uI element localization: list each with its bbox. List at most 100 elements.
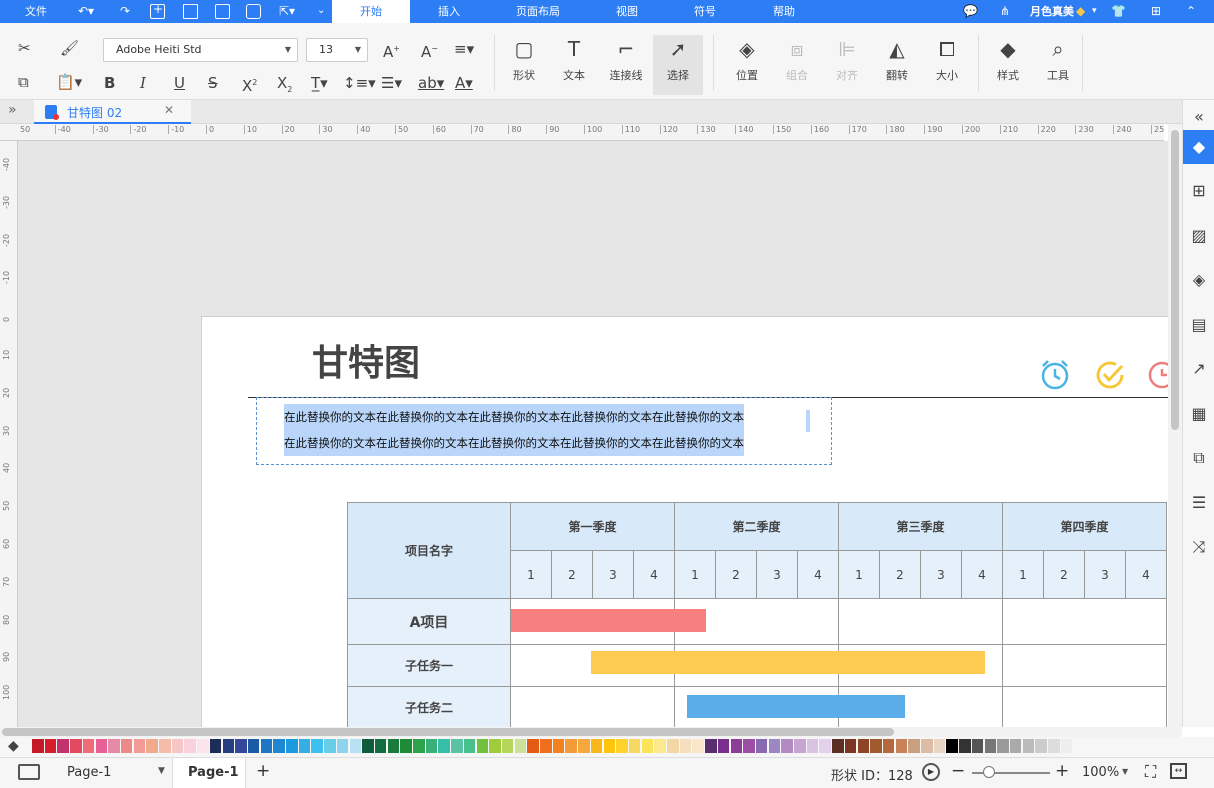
color-swatch[interactable] xyxy=(336,739,349,753)
header-month[interactable]: 3 xyxy=(756,550,798,599)
color-swatch[interactable] xyxy=(743,739,755,753)
chevron-down-icon[interactable]: ▼ xyxy=(158,766,165,776)
flip-button[interactable]: ◭ 翻转 xyxy=(872,35,922,95)
check-circle-icon[interactable] xyxy=(1094,359,1126,391)
color-swatch[interactable] xyxy=(882,739,895,753)
style-button[interactable]: ◆ 样式 xyxy=(983,35,1033,95)
color-swatch[interactable] xyxy=(971,739,984,753)
outline-icon[interactable]: ☰ xyxy=(1183,486,1214,520)
color-swatch[interactable] xyxy=(95,739,107,753)
line-spacing-icon[interactable]: ↕≡▾ xyxy=(343,74,376,92)
header-month[interactable]: 4 xyxy=(961,550,1003,599)
color-swatch[interactable] xyxy=(171,739,184,753)
header-month[interactable]: 4 xyxy=(633,550,675,599)
color-swatch[interactable] xyxy=(565,739,577,753)
fit-width-icon[interactable]: ↔ xyxy=(1170,763,1187,779)
format-painter-icon[interactable]: 🖌 xyxy=(60,39,79,57)
header-month[interactable]: 1 xyxy=(838,550,880,599)
color-swatch[interactable] xyxy=(362,739,374,753)
color-swatch[interactable] xyxy=(514,739,527,753)
color-swatch[interactable] xyxy=(679,739,692,753)
alarm-clock-icon[interactable] xyxy=(1038,357,1072,391)
text-tool-button[interactable]: T 文本 xyxy=(549,35,599,95)
color-swatch[interactable] xyxy=(1060,739,1073,753)
color-swatch[interactable] xyxy=(1048,739,1060,753)
header-quarter[interactable]: 第三季度 xyxy=(838,502,1003,551)
header-month[interactable]: 2 xyxy=(715,550,757,599)
font-family-select[interactable]: Adobe Heiti Std ▼ xyxy=(103,38,298,62)
color-swatch[interactable] xyxy=(527,739,539,753)
color-swatch[interactable] xyxy=(425,739,438,753)
print-icon[interactable] xyxy=(246,4,261,19)
header-quarter[interactable]: 第二季度 xyxy=(674,502,839,551)
color-swatch[interactable] xyxy=(1009,739,1022,753)
row-label[interactable]: 子任务二 xyxy=(347,686,511,727)
color-swatch[interactable] xyxy=(997,739,1009,753)
color-swatch[interactable] xyxy=(844,739,857,753)
header-quarter[interactable]: 第四季度 xyxy=(1002,502,1167,551)
drawing-canvas[interactable]: 甘特图 在此替换你的文本在此替换你的文本在此替换你的文本在此替换你的文本在此替换… xyxy=(18,141,1168,727)
color-swatch[interactable] xyxy=(984,739,996,753)
page-tab-active[interactable]: Page-1 xyxy=(172,758,246,788)
color-swatch[interactable] xyxy=(921,739,933,753)
color-swatch[interactable] xyxy=(286,739,298,753)
redo-icon[interactable]: ↷ xyxy=(120,3,130,19)
color-swatch[interactable] xyxy=(260,739,273,753)
collapse-panel-icon[interactable]: « xyxy=(1183,100,1214,134)
color-swatch[interactable] xyxy=(463,739,476,753)
header-month[interactable]: 4 xyxy=(797,550,839,599)
color-swatch[interactable] xyxy=(120,739,133,753)
color-swatch[interactable] xyxy=(413,739,425,753)
increase-font-icon[interactable]: A+ xyxy=(383,40,400,61)
gantt-bar-subtask-2[interactable] xyxy=(687,695,905,718)
color-swatch[interactable] xyxy=(146,739,158,753)
fill-bucket-icon[interactable]: ◆ xyxy=(8,738,19,754)
horizontal-scroll-thumb[interactable] xyxy=(2,728,894,736)
new-icon[interactable]: + xyxy=(150,2,165,19)
gantt-bar-a-project[interactable] xyxy=(511,609,706,632)
chevron-down-icon[interactable]: ▼ xyxy=(1122,767,1128,776)
export-icon[interactable]: ⇱▾ xyxy=(279,3,295,19)
color-swatch[interactable] xyxy=(641,739,654,753)
color-swatch[interactable] xyxy=(197,739,209,753)
color-swatch[interactable] xyxy=(895,739,908,753)
table-row[interactable]: A项目 xyxy=(347,598,1167,645)
color-swatch[interactable] xyxy=(959,739,971,753)
color-swatch[interactable] xyxy=(768,739,781,753)
chart-icon[interactable]: ↗ xyxy=(1183,352,1214,386)
copy-icon[interactable]: ⧉ xyxy=(18,73,29,91)
color-swatch[interactable] xyxy=(781,739,793,753)
user-name[interactable]: 月色真美 xyxy=(1026,0,1078,23)
text-box-selected[interactable]: 在此替换你的文本在此替换你的文本在此替换你的文本在此替换你的文本在此替换你的文本… xyxy=(256,397,832,465)
font-size-select[interactable]: 13 ▼ xyxy=(306,38,368,62)
color-swatch[interactable] xyxy=(489,739,501,753)
font-color-icon[interactable]: A▾ xyxy=(455,74,473,92)
apps-grid-icon[interactable]: ⊞ xyxy=(1151,3,1161,19)
highlight-icon[interactable]: ab▾ xyxy=(418,74,444,92)
header-month[interactable]: 3 xyxy=(1084,550,1126,599)
color-swatch[interactable] xyxy=(184,739,196,753)
header-month[interactable]: 3 xyxy=(920,550,962,599)
page-view-icon[interactable] xyxy=(18,764,40,780)
superscript-icon[interactable]: X2 xyxy=(242,74,257,95)
color-swatch[interactable] xyxy=(159,739,171,753)
color-swatch[interactable] xyxy=(755,739,768,753)
color-swatch[interactable] xyxy=(717,739,730,753)
page-select[interactable]: Page-1 xyxy=(67,765,111,780)
fit-page-icon[interactable]: ⛶ xyxy=(1145,762,1156,782)
color-swatch[interactable] xyxy=(82,739,95,753)
color-swatch[interactable] xyxy=(70,739,82,753)
subscript-icon[interactable]: X2 xyxy=(277,74,292,99)
color-swatch[interactable] xyxy=(603,739,615,753)
header-project-name[interactable]: 项目名字 xyxy=(347,502,511,599)
save-icon[interactable] xyxy=(215,4,230,19)
expand-panel-icon[interactable]: » xyxy=(8,102,17,118)
vertical-scrollbar[interactable] xyxy=(1168,124,1182,727)
tools-button[interactable]: ⌕ 工具 xyxy=(1033,35,1083,95)
underline-icon[interactable]: U xyxy=(174,74,185,92)
color-swatch[interactable] xyxy=(222,739,234,753)
color-swatch[interactable] xyxy=(667,739,679,753)
menu-file[interactable]: 文件 xyxy=(14,0,58,23)
align-button[interactable]: ⊫ 对齐 xyxy=(822,35,872,95)
more-dropdown-icon[interactable]: ⌄ xyxy=(317,3,325,19)
